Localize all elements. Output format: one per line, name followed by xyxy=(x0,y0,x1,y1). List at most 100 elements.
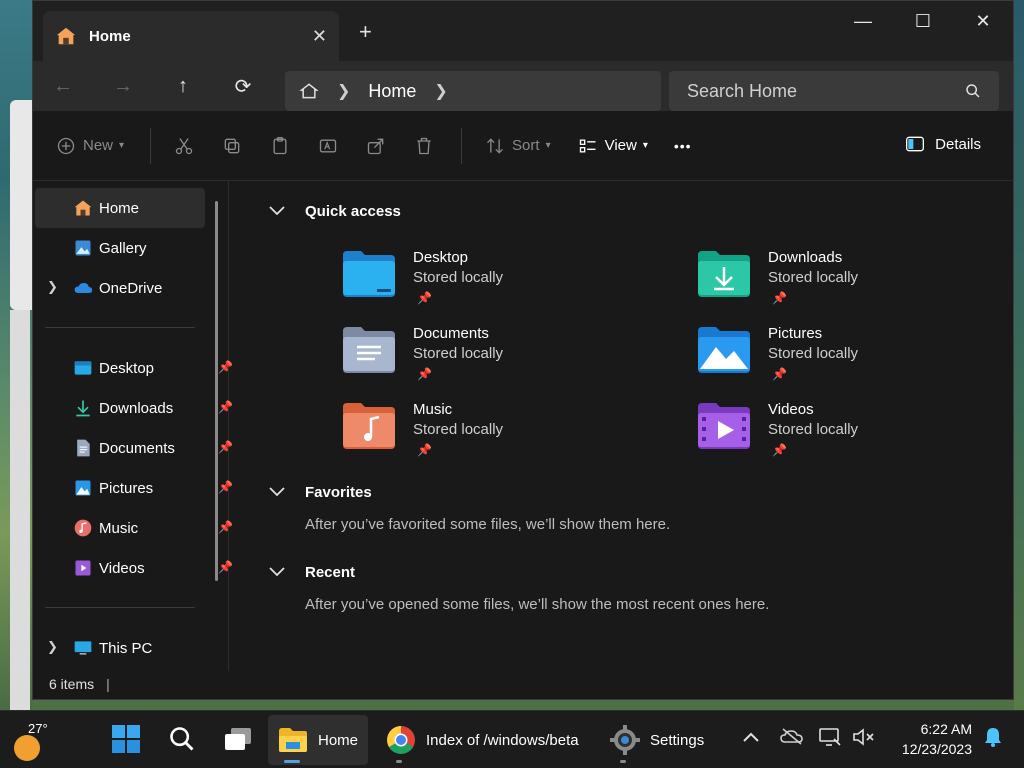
videos-folder-icon xyxy=(698,403,750,449)
network-icon[interactable] xyxy=(818,727,842,752)
sidebar-item-label: Documents xyxy=(99,439,175,457)
view-list-icon xyxy=(577,135,599,157)
breadcrumb-chevron-icon[interactable]: ❯ xyxy=(337,81,350,101)
sidebar-item-label: This PC xyxy=(99,639,153,657)
minimize-button[interactable]: — xyxy=(833,7,893,35)
sidebar-item-onedrive[interactable]: ❯ OneDrive xyxy=(35,268,205,308)
sidebar-item-documents[interactable]: Documents 📌 xyxy=(35,428,233,468)
taskbar-app-label: Home xyxy=(318,731,359,749)
quick-access-documents[interactable]: Documents Stored locally 📌 xyxy=(341,325,641,385)
pin-icon[interactable]: 📌 xyxy=(417,367,432,381)
address-bar[interactable]: ❯ Home ❯ xyxy=(285,71,661,111)
breadcrumb-chevron-icon[interactable]: ❯ xyxy=(434,81,447,101)
chevron-right-icon[interactable]: ❯ xyxy=(47,639,58,655)
sidebar-item-downloads[interactable]: Downloads 📌 xyxy=(35,388,233,428)
sidebar-item-this-pc[interactable]: ❯ This PC xyxy=(35,628,205,668)
home-view: Quick access Desktop Stored locally 📌 Do… xyxy=(231,181,1013,671)
sidebar-item-home[interactable]: Home xyxy=(35,188,205,228)
weather-widget[interactable]: 27° xyxy=(12,721,52,761)
pin-icon[interactable]: 📌 xyxy=(772,291,787,305)
item-location: Stored locally xyxy=(768,421,859,438)
up-button[interactable]: ↑ xyxy=(153,75,213,98)
paste-button[interactable] xyxy=(269,135,291,157)
details-button[interactable]: Details xyxy=(905,135,981,153)
item-name: Music xyxy=(413,401,453,418)
cut-button[interactable] xyxy=(173,135,195,157)
taskbar-app-settings[interactable]: Settings xyxy=(600,715,714,765)
quick-access-music[interactable]: Music Stored locally 📌 xyxy=(341,401,641,461)
sidebar-item-videos[interactable]: Videos 📌 xyxy=(35,548,233,588)
search-input[interactable]: Search Home xyxy=(669,71,999,111)
item-count: 6 items xyxy=(49,676,95,692)
scrollbar[interactable] xyxy=(215,201,218,581)
section-title: Recent xyxy=(305,564,356,581)
more-options-button[interactable]: ••• xyxy=(674,138,692,154)
pin-icon[interactable]: 📌 xyxy=(772,367,787,381)
music-folder-icon xyxy=(74,519,92,537)
refresh-button[interactable]: ⟳ xyxy=(213,74,273,99)
sidebar-item-label: Downloads xyxy=(99,399,174,417)
clipboard-icon xyxy=(269,135,291,157)
recent-header[interactable]: Recent xyxy=(269,564,355,581)
favorites-header[interactable]: Favorites xyxy=(269,484,372,501)
downloads-folder-icon xyxy=(76,400,90,417)
divider xyxy=(150,127,152,164)
system-clock[interactable]: 6:22 AM 12/23/2023 xyxy=(902,719,972,759)
start-button[interactable] xyxy=(108,721,144,757)
chevron-right-icon[interactable]: ❯ xyxy=(47,279,58,295)
new-button[interactable]: New ▾ xyxy=(55,135,124,157)
forward-button[interactable]: → xyxy=(93,75,153,98)
back-button[interactable]: ← xyxy=(33,75,93,98)
task-view-button[interactable] xyxy=(220,721,256,757)
windows-logo-icon xyxy=(112,725,140,753)
close-window-button[interactable]: ✕ xyxy=(953,7,1013,35)
quick-access-downloads[interactable]: Downloads Stored locally 📌 xyxy=(696,249,996,309)
rename-button[interactable] xyxy=(317,135,339,157)
taskbar-app-file-explorer[interactable]: Home xyxy=(268,715,369,765)
search-button[interactable] xyxy=(164,721,200,757)
sidebar-item-label: Home xyxy=(99,199,140,217)
new-tab-button[interactable]: + xyxy=(359,19,372,45)
sidebar-item-desktop[interactable]: Desktop 📌 xyxy=(35,348,233,388)
quick-access-desktop[interactable]: Desktop Stored locally 📌 xyxy=(341,249,641,309)
pin-icon[interactable]: 📌 xyxy=(417,291,432,305)
tab-title: Home xyxy=(89,27,131,45)
quick-access-videos[interactable]: Videos Stored locally 📌 xyxy=(696,401,996,461)
status-bar: 6 items | xyxy=(33,669,1013,699)
maximize-button[interactable]: ☐ xyxy=(893,7,953,35)
tab-home[interactable]: Home ✕ xyxy=(43,11,339,61)
desktop-folder-icon xyxy=(343,251,395,297)
taskbar: 27° Home Index of /windows/beta Settings… xyxy=(0,710,1024,768)
quick-access-header[interactable]: Quick access xyxy=(269,203,401,220)
onedrive-offline-icon[interactable] xyxy=(780,727,804,750)
delete-button[interactable] xyxy=(413,135,435,157)
sidebar-item-gallery[interactable]: Gallery xyxy=(35,228,205,268)
sort-button[interactable]: Sort ▾ xyxy=(484,135,551,157)
view-button[interactable]: View ▾ xyxy=(577,135,648,157)
share-button[interactable] xyxy=(365,135,387,157)
home-icon xyxy=(56,27,76,45)
close-tab-icon[interactable]: ✕ xyxy=(312,26,327,47)
home-icon xyxy=(74,200,92,216)
quick-access-pictures[interactable]: Pictures Stored locally 📌 xyxy=(696,325,996,385)
sidebar-item-music[interactable]: Music 📌 xyxy=(35,508,233,548)
computer-icon xyxy=(74,641,92,655)
sidebar-item-label: Gallery xyxy=(99,239,147,257)
pin-icon[interactable]: 📌 xyxy=(772,443,787,457)
sidebar-item-label: Pictures xyxy=(99,479,154,497)
item-location: Stored locally xyxy=(413,269,504,286)
notification-bell-icon[interactable] xyxy=(984,727,1002,747)
breadcrumb-home[interactable]: Home xyxy=(368,81,416,102)
background-window-edge xyxy=(10,310,30,710)
sidebar-item-label: OneDrive xyxy=(99,279,163,297)
volume-muted-icon[interactable] xyxy=(852,727,876,752)
home-outline-icon[interactable] xyxy=(299,81,319,101)
view-label: View xyxy=(604,137,637,154)
copy-button[interactable] xyxy=(221,135,243,157)
documents-folder-icon xyxy=(77,439,90,457)
sidebar-item-pictures[interactable]: Pictures 📌 xyxy=(35,468,233,508)
search-icon[interactable] xyxy=(965,83,981,99)
taskbar-app-chrome[interactable]: Index of /windows/beta xyxy=(376,715,589,765)
pin-icon[interactable]: 📌 xyxy=(417,443,432,457)
show-hidden-icons-chevron-icon[interactable] xyxy=(742,727,760,748)
